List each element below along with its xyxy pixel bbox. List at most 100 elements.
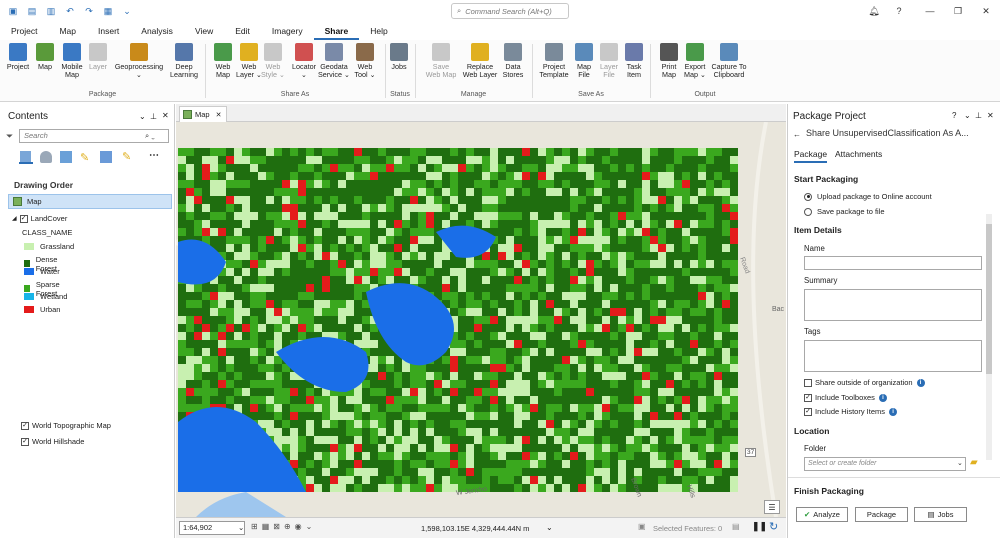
include-toolboxes-option[interactable]: ✓ Include Toolboxes i <box>804 393 887 402</box>
layer-world-topographic-map[interactable]: ✓ World Topographic Map <box>21 421 111 430</box>
pin-icon[interactable]: ⊥ <box>975 111 982 120</box>
pin-icon[interactable]: ⊥ <box>150 112 157 121</box>
ribbon-button-data-stores[interactable]: Data Stores <box>498 43 528 79</box>
help-icon[interactable]: ? <box>891 3 907 19</box>
list-by-editing-icon[interactable]: ✎ <box>80 151 92 164</box>
ribbon-button-geodata-service[interactable]: Geodata Service ⌄ <box>318 43 350 79</box>
layer-landcover[interactable]: ◢ ✓ LandCover <box>12 214 67 223</box>
tab-project[interactable]: Project <box>0 22 48 40</box>
map-canvas[interactable]: Road Bac 37 W Jericho Brown Hills ☰ <box>176 122 786 517</box>
tab-view[interactable]: View <box>184 22 224 40</box>
ribbon-button-map[interactable]: Map <box>30 43 60 71</box>
tab-map[interactable]: Map <box>48 22 87 40</box>
redo-icon[interactable]: ↷ <box>83 5 95 17</box>
checkbox[interactable]: ✓ <box>804 393 812 402</box>
ribbon-button-web-tool[interactable]: Web Tool ⌄ <box>350 43 380 79</box>
ribbon-button-jobs[interactable]: Jobs <box>384 43 414 71</box>
ribbon-button-project[interactable]: Project <box>3 43 33 71</box>
close-icon[interactable]: ✕ <box>978 3 994 19</box>
folder-select[interactable]: Select or create folder ⌄ <box>804 457 966 471</box>
customize-icon[interactable]: ⌄ <box>121 5 133 17</box>
package-button[interactable]: Package <box>855 507 908 522</box>
radio-button[interactable] <box>804 207 812 216</box>
list-by-drawing-order-icon[interactable] <box>19 150 33 164</box>
tags-input[interactable] <box>804 340 982 372</box>
layer-visibility-checkbox[interactable]: ✓ <box>21 421 29 430</box>
ribbon-button-save-web-map[interactable]: Save Web Map <box>426 43 456 79</box>
map-tools-icons[interactable]: ⊞▦⊠⊕◉⌄ <box>251 522 316 531</box>
map-node[interactable]: Map <box>8 194 172 209</box>
ribbon-button-geoprocessing[interactable]: Geoprocessing ⌄ <box>115 43 163 79</box>
scale-select[interactable]: 1:64,902 ⌄ <box>179 521 245 535</box>
collapse-icon[interactable]: ◢ <box>12 215 17 222</box>
minimize-icon[interactable]: — <box>922 3 938 19</box>
command-search-input[interactable]: ⌕ Command Search (Alt+Q) <box>451 3 569 19</box>
pane-options-icon[interactable]: ⌄ <box>964 111 971 120</box>
coords-dropdown-icon[interactable]: ⌄ <box>546 523 553 532</box>
info-icon[interactable]: i <box>889 407 898 416</box>
save-to-file-option[interactable]: Save package to file <box>804 207 885 216</box>
maximize-icon[interactable]: ❐ <box>950 3 966 19</box>
name-input[interactable] <box>804 256 982 270</box>
upload-option[interactable]: Upload package to Online account <box>804 192 932 201</box>
land-cover-raster <box>176 122 786 517</box>
legend-item: Urban <box>24 305 60 314</box>
folder-icon[interactable]: ▦ <box>102 5 114 17</box>
checkbox[interactable]: ✓ <box>804 407 812 416</box>
back-icon[interactable]: ← <box>793 130 801 139</box>
analyze-button[interactable]: ✔ Analyze <box>796 507 848 522</box>
info-icon[interactable]: i <box>878 393 887 402</box>
tab-attachments[interactable]: Attachments <box>835 149 882 159</box>
save-icon[interactable]: ▤ <box>26 5 38 17</box>
layer-visibility-checkbox[interactable]: ✓ <box>21 437 29 446</box>
undo-icon[interactable]: ↶ <box>64 5 76 17</box>
share-outside-option[interactable]: Share outside of organization i <box>804 378 925 387</box>
ribbon-button-locator[interactable]: Locator ⌄ <box>289 43 319 79</box>
ribbon-button-layer[interactable]: Layer <box>83 43 113 71</box>
checkbox[interactable] <box>804 378 812 387</box>
legend-toggle-icon[interactable]: ☰ <box>764 500 780 514</box>
tab-map[interactable]: Map ✕ <box>179 106 227 122</box>
info-icon[interactable]: i <box>916 378 925 387</box>
tab-imagery[interactable]: Imagery <box>261 22 314 40</box>
filter-icon[interactable]: ⏷ <box>6 131 13 142</box>
table-icon[interactable]: ▤ <box>732 522 740 531</box>
layer-visibility-checkbox[interactable]: ✓ <box>19 214 28 223</box>
select-features-icon[interactable]: ▣ <box>638 522 646 531</box>
open-icon[interactable]: ▥ <box>45 5 57 17</box>
pane-options-icon[interactable]: ⌄ <box>139 112 146 121</box>
tab-help[interactable]: Help <box>359 22 398 40</box>
scrollbar[interactable] <box>986 214 992 460</box>
tab-package[interactable]: Package <box>794 149 828 163</box>
ribbon-button-deep-learning[interactable]: Deep Learning <box>169 43 199 79</box>
browse-folder-icon[interactable]: ▰ <box>970 457 982 469</box>
ribbon-button-task-item[interactable]: Task Item <box>619 43 649 79</box>
ribbon-button-replace-web-layer[interactable]: Replace Web Layer <box>463 43 497 79</box>
list-by-labeling-icon[interactable]: ✎ <box>122 150 131 163</box>
tab-share[interactable]: Share <box>313 22 360 40</box>
notification-icon[interactable]: 🔔︎ <box>866 3 882 19</box>
tab-edit[interactable]: Edit <box>224 22 261 40</box>
pause-icon[interactable]: ❚❚ <box>752 521 767 532</box>
close-pane-icon[interactable]: ✕ <box>162 111 169 120</box>
include-history-option[interactable]: ✓ Include History Items i <box>804 407 898 416</box>
radio-button[interactable] <box>804 192 812 201</box>
close-tab-icon[interactable]: ✕ <box>216 111 222 119</box>
jobs-button[interactable]: ▤ Jobs <box>914 507 967 522</box>
list-by-source-icon[interactable] <box>40 151 52 163</box>
contents-search-input[interactable]: Search ⌕ ⌄ <box>19 129 169 143</box>
summary-input[interactable] <box>804 289 982 321</box>
ribbon-button-web-style[interactable]: Web Style ⌄ <box>258 43 288 79</box>
list-by-snapping-icon[interactable] <box>100 151 112 163</box>
ribbon-button-capture-to-clipboard[interactable]: Capture To Clipboard <box>711 43 747 79</box>
close-pane-icon[interactable]: ✕ <box>987 111 994 120</box>
ribbon-button-export-map[interactable]: Export Map ⌄ <box>680 43 710 79</box>
refresh-icon[interactable]: ↻ <box>769 520 778 533</box>
ribbon-button-project-template[interactable]: Project Template <box>539 43 569 79</box>
help-icon[interactable]: ? <box>952 111 956 120</box>
tab-insert[interactable]: Insert <box>87 22 130 40</box>
tab-analysis[interactable]: Analysis <box>130 22 184 40</box>
layer-world-hillshade[interactable]: ✓ World Hillshade <box>21 437 84 446</box>
more-icon[interactable]: ⋯ <box>149 150 159 161</box>
list-by-selection-icon[interactable] <box>60 151 72 163</box>
